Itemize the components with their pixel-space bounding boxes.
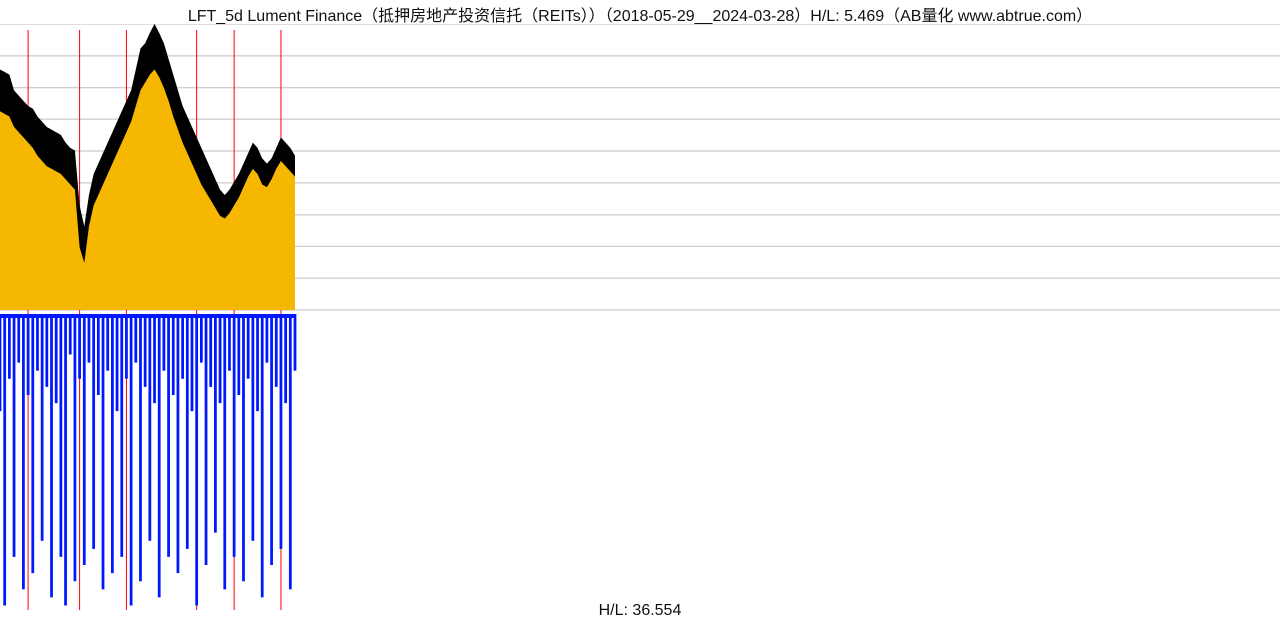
chart-area (0, 24, 1280, 620)
lower-hl-label: H/L: 36.554 (0, 602, 1280, 620)
chart-title: LFT_5d Lument Finance（抵押房地产投资信托（REITs））（… (0, 2, 1280, 26)
